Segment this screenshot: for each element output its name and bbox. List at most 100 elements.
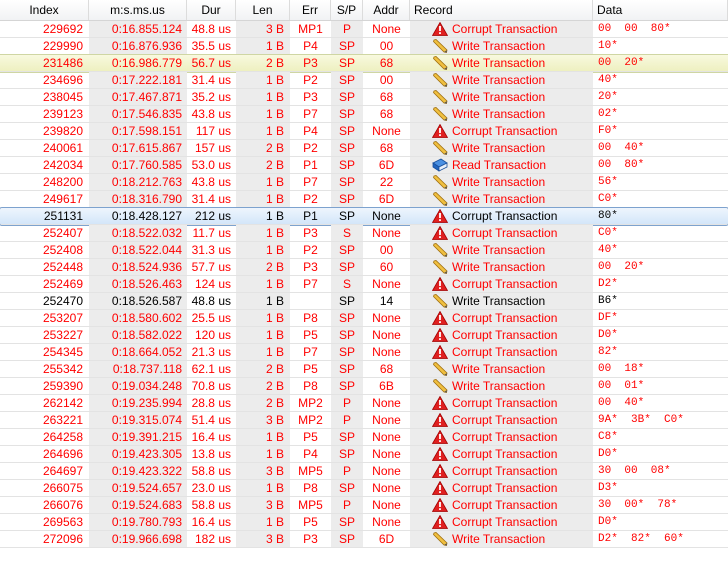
record-label: Corrupt Transaction: [452, 413, 558, 427]
record-label: Write Transaction: [452, 294, 546, 308]
table-row[interactable]: 262142 0:19.235.994 28.8 us 2 B MP2 P None Corr…: [0, 395, 728, 412]
row-timestamp: 0:19.235.994: [89, 395, 187, 411]
table-row[interactable]: 253207 0:18.580.602 25.5 us 1 B P8 SP None Corr…: [0, 310, 728, 327]
table-row[interactable]: 263221 0:19.315.074 51.4 us 3 B MP2 P None Corr…: [0, 412, 728, 429]
row-index: 264696: [42, 447, 83, 461]
row-data: 00 40*: [598, 397, 645, 409]
row-index: 252470: [42, 294, 83, 308]
table-row[interactable]: 238045 0:17.467.871 35.2 us 1 B P3 SP 68 Write …: [0, 89, 728, 106]
table-body: 229692 0:16.855.124 48.8 us 3 B MP1 P None Corr…: [0, 21, 728, 548]
table-row[interactable]: 242034 0:17.760.585 53.0 us 2 B P1 SP 6D Read T…: [0, 157, 728, 174]
record-label: Corrupt Transaction: [452, 396, 558, 410]
table-row[interactable]: 272096 0:19.966.698 182 us 3 B P3 SP 6D Write T…: [0, 531, 728, 548]
row-data: 00 40*: [598, 142, 645, 154]
column-header-data[interactable]: Data: [593, 0, 728, 20]
row-sp: SP: [331, 327, 363, 343]
row-data: 00 20*: [598, 57, 645, 69]
pencil-icon: [432, 107, 448, 121]
row-length: 1 B: [236, 310, 290, 326]
row-timestamp: 0:17.615.867: [89, 140, 187, 156]
row-duration: 182 us: [194, 532, 231, 546]
row-duration: 23.0 us: [191, 481, 231, 495]
row-data: 20*: [598, 91, 618, 103]
column-header-len[interactable]: Len: [236, 0, 290, 20]
row-error: P4: [303, 124, 318, 138]
column-header-index[interactable]: Index: [0, 0, 89, 20]
row-sp: SP: [331, 140, 363, 156]
row-data: 00 01*: [598, 380, 645, 392]
table-row[interactable]: 248200 0:18.212.763 43.8 us 1 B P7 SP 22 Write …: [0, 174, 728, 191]
row-error: P5: [303, 362, 318, 376]
row-index: 239123: [42, 107, 83, 121]
row-duration: 31.4 us: [191, 73, 231, 87]
row-index: 254345: [42, 345, 83, 359]
row-error: P1: [303, 209, 318, 223]
column-header-err[interactable]: Err: [290, 0, 331, 20]
table-row[interactable]: 252470 0:18.526.587 48.8 us 1 B SP 14 Write Tr…: [0, 293, 728, 310]
row-length: 1 B: [236, 429, 290, 445]
column-header-record[interactable]: Record: [410, 0, 593, 20]
row-data: DF*: [598, 312, 618, 324]
table-row[interactable]: 254345 0:18.664.052 21.3 us 1 B P7 SP None Corr…: [0, 344, 728, 361]
row-data: 40*: [598, 244, 618, 256]
row-index: 253227: [42, 328, 83, 342]
table-row[interactable]: 252448 0:18.524.936 57.7 us 2 B P3 SP 60 Write …: [0, 259, 728, 276]
row-sp: SP: [331, 242, 363, 258]
row-timestamp: 0:16.876.936: [89, 38, 187, 54]
table-row[interactable]: 266075 0:19.524.657 23.0 us 1 B P8 SP None Corr…: [0, 480, 728, 497]
table-row[interactable]: 252469 0:18.526.463 124 us 1 B P7 S None Corrup…: [0, 276, 728, 293]
table-row[interactable]: 229990 0:16.876.936 35.5 us 1 B P4 SP 00 Write …: [0, 38, 728, 55]
row-error: P8: [303, 379, 318, 393]
row-timestamp: 0:18.526.463: [89, 276, 187, 292]
row-sp: SP: [331, 106, 363, 122]
row-duration: 58.8 us: [191, 498, 231, 512]
table-row[interactable]: 264696 0:19.423.305 13.8 us 1 B P4 SP None Corr…: [0, 446, 728, 463]
column-header-dur[interactable]: Dur: [187, 0, 236, 20]
row-error: P4: [303, 447, 318, 461]
table-row[interactable]: 252407 0:18.522.032 11.7 us 1 B P3 S None Corru…: [0, 225, 728, 242]
row-record: Corrupt Transaction: [410, 276, 593, 292]
row-address: None: [372, 124, 401, 138]
table-row[interactable]: 253227 0:18.582.022 120 us 1 B P5 SP None Corru…: [0, 327, 728, 344]
row-address: 6D: [378, 192, 395, 206]
row-record: Write Transaction: [410, 378, 593, 394]
row-length: 3 B: [236, 531, 290, 547]
row-index: 231486: [42, 56, 83, 70]
table-row[interactable]: 239820 0:17.598.151 117 us 1 B P4 SP None Corru…: [0, 123, 728, 140]
table-row[interactable]: 252408 0:18.522.044 31.3 us 1 B P2 SP 00 Write …: [0, 242, 728, 259]
row-error: P3: [303, 532, 318, 546]
table-row[interactable]: 264697 0:19.423.322 58.8 us 3 B MP5 P None Corr…: [0, 463, 728, 480]
row-error: P4: [303, 39, 318, 53]
row-data: 00 00 80*: [598, 23, 671, 35]
table-row[interactable]: 240061 0:17.615.867 157 us 2 B P2 SP 68 Write T…: [0, 140, 728, 157]
row-index: 263221: [42, 413, 83, 427]
table-row[interactable]: 264258 0:19.391.215 16.4 us 1 B P5 SP None Corr…: [0, 429, 728, 446]
record-label: Corrupt Transaction: [452, 124, 558, 138]
table-row[interactable]: 269563 0:19.780.793 16.4 us 1 B P5 SP None Corr…: [0, 514, 728, 531]
row-length: 1 B: [265, 209, 284, 223]
row-length: 2 B: [265, 56, 284, 70]
table-row[interactable]: 266076 0:19.524.683 58.8 us 3 B MP5 P None Corr…: [0, 497, 728, 514]
table-row[interactable]: 259390 0:19.034.248 70.8 us 2 B P8 SP 6B Write …: [0, 378, 728, 395]
column-header-sp[interactable]: S/P: [331, 0, 363, 20]
row-data: C8*: [598, 431, 618, 443]
row-sp: SP: [331, 157, 363, 173]
table-row[interactable]: 234696 0:17.222.181 31.4 us 1 B P2 SP 00 Write …: [0, 72, 728, 89]
table-row[interactable]: 229692 0:16.855.124 48.8 us 3 B MP1 P None Corr…: [0, 21, 728, 38]
column-header-time[interactable]: m:s.ms.us: [89, 0, 187, 20]
table-row[interactable]: 251131 0:18.428.127 212 us 1 B P1 SP None Corru…: [0, 207, 728, 226]
row-record: Corrupt Transaction: [410, 21, 593, 37]
row-timestamp: 0:19.423.322: [89, 463, 187, 479]
table-row[interactable]: 249617 0:18.316.790 31.4 us 1 B P2 SP 6D Write …: [0, 191, 728, 208]
table-row[interactable]: 255342 0:18.737.118 62.1 us 2 B P5 SP 68 Write …: [0, 361, 728, 378]
table-row[interactable]: 239123 0:17.546.835 43.8 us 1 B P7 SP 68 Write …: [0, 106, 728, 123]
row-data: D0*: [598, 329, 618, 341]
row-address: None: [372, 311, 401, 325]
row-error: P3: [303, 226, 318, 240]
row-error: P2: [303, 141, 318, 155]
row-sp: SP: [331, 191, 363, 207]
table-row[interactable]: 231486 0:16.986.779 56.7 us 2 B P3 SP 68 Write …: [0, 54, 728, 73]
column-header-addr[interactable]: Addr: [363, 0, 410, 20]
row-length: 1 B: [236, 446, 290, 462]
record-label: Write Transaction: [452, 532, 546, 546]
